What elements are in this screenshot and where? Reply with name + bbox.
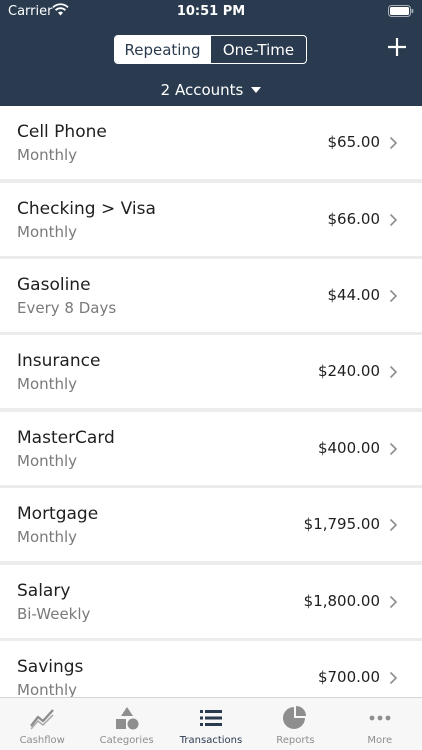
tab-label: Cashflow — [19, 735, 65, 746]
transaction-amount: $65.00 — [327, 133, 381, 151]
transaction-frequency: Every 8 Days — [17, 299, 117, 317]
transaction-name: Cell Phone — [17, 122, 107, 142]
chevron-right-icon — [389, 136, 398, 150]
tab-cashflow[interactable]: Cashflow — [0, 698, 84, 750]
transaction-name: Salary — [17, 581, 71, 601]
status-time: 10:51 PM — [176, 4, 246, 19]
cashflow-icon — [30, 709, 55, 730]
transaction-name: Insurance — [17, 351, 101, 371]
tab-transactions[interactable]: Transactions — [169, 698, 253, 750]
reports-icon — [283, 706, 307, 729]
transactions-icon — [200, 710, 223, 726]
transaction-amount: $700.00 — [317, 668, 380, 686]
transaction-row[interactable]: Insurance Monthly $240.00 — [0, 335, 422, 408]
tab-reports[interactable]: Reports — [253, 698, 337, 750]
transaction-frequency: Monthly — [17, 375, 78, 393]
transaction-name: Savings — [17, 657, 84, 677]
tab-label: More — [367, 735, 393, 746]
transaction-row[interactable]: Savings Monthly $700.00 — [0, 641, 422, 697]
tab-bar: Cashflow Categories Transactions Reports — [0, 697, 422, 750]
status-bar: Carrier 10:51 PM — [0, 0, 422, 24]
transaction-frequency: Monthly — [17, 452, 78, 470]
tab-more[interactable]: More — [338, 698, 422, 750]
segment-repeating[interactable]: Repeating — [115, 36, 210, 63]
caret-down-icon — [251, 87, 262, 93]
chevron-right-icon — [389, 365, 398, 379]
transaction-row[interactable]: MasterCard Monthly $400.00 — [0, 412, 422, 485]
accounts-label: 2 Accounts — [160, 81, 244, 99]
chevron-right-icon — [389, 213, 398, 227]
add-icon[interactable] — [388, 38, 406, 56]
chevron-right-icon — [389, 442, 398, 456]
transaction-frequency: Bi-Weekly — [17, 605, 91, 623]
transaction-amount: $1,800.00 — [303, 592, 380, 610]
battery-icon — [388, 5, 414, 17]
transaction-frequency: Monthly — [17, 223, 78, 241]
transaction-amount: $44.00 — [327, 286, 381, 304]
transaction-row[interactable]: Cell Phone Monthly $65.00 — [0, 106, 422, 179]
transaction-frequency: Monthly — [17, 681, 78, 697]
repeat-type-segmented-control[interactable]: Repeating One-Time — [114, 35, 307, 64]
chevron-right-icon — [389, 671, 398, 685]
transaction-list: Cell Phone Monthly $65.00 Checking > Vis… — [0, 106, 422, 697]
segment-one-time[interactable]: One-Time — [210, 36, 306, 63]
transaction-frequency: Monthly — [17, 146, 78, 164]
tab-label: Transactions — [179, 735, 243, 746]
tab-categories[interactable]: Categories — [84, 698, 168, 750]
chevron-right-icon — [389, 595, 398, 609]
transaction-amount: $66.00 — [327, 210, 381, 228]
tab-label: Reports — [276, 735, 315, 746]
accounts-selector[interactable]: 2 Accounts — [0, 81, 422, 99]
transaction-row[interactable]: Gasoline Every 8 Days $44.00 — [0, 259, 422, 332]
transaction-amount: $1,795.00 — [303, 515, 380, 533]
transaction-name: Mortgage — [17, 504, 99, 524]
tab-label: Categories — [99, 735, 154, 746]
transaction-amount: $400.00 — [317, 439, 380, 457]
transaction-amount: $240.00 — [317, 362, 380, 380]
categories-icon — [115, 707, 139, 730]
chevron-right-icon — [389, 518, 398, 532]
transaction-name: Checking > Visa — [17, 199, 156, 219]
transaction-frequency: Monthly — [17, 528, 78, 546]
nav-header: Carrier 10:51 PM Repeating One-Time 2 Ac… — [0, 0, 422, 106]
transaction-row[interactable]: Mortgage Monthly $1,795.00 — [0, 488, 422, 561]
chevron-right-icon — [389, 289, 398, 303]
transaction-row[interactable]: Checking > Visa Monthly $66.00 — [0, 183, 422, 256]
transaction-row[interactable]: Salary Bi-Weekly $1,800.00 — [0, 565, 422, 638]
transaction-name: MasterCard — [17, 428, 115, 448]
transaction-name: Gasoline — [17, 275, 91, 295]
more-icon — [369, 715, 391, 721]
